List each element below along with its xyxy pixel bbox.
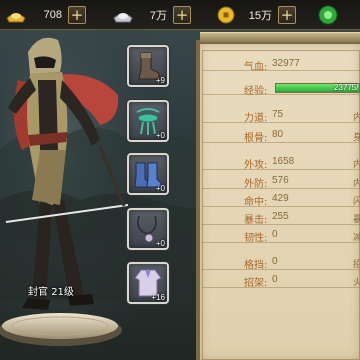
defense-edge: 内 xyxy=(353,179,360,189)
gold-coin-value: 15万 xyxy=(248,10,272,22)
attack-value: 1658 xyxy=(272,156,295,167)
parry-label: 招架: xyxy=(244,278,268,289)
jade-orb-icon xyxy=(318,5,338,25)
stats-panel-cap xyxy=(200,32,360,42)
resource-gold-coin: 15万 + xyxy=(214,4,296,26)
attack-edge: 内 xyxy=(353,160,360,170)
constitution-label: 根骨: xyxy=(244,133,268,144)
character-name: 封官 xyxy=(28,287,48,298)
stat-row-block xyxy=(202,253,360,270)
gold-ingot-value: 708 xyxy=(43,9,62,21)
crit-value: 255 xyxy=(272,211,289,222)
crit-label: 暴击: xyxy=(244,215,268,226)
silver-ingot-value: 7万 xyxy=(149,10,167,22)
strength-edge: 内 xyxy=(353,113,360,123)
strength-label: 力道: xyxy=(244,113,268,124)
exp-label: 经验: xyxy=(244,86,268,97)
stat-row-toughness xyxy=(202,226,360,243)
block-value: 0 xyxy=(272,256,278,267)
equip-slot-necklace[interactable]: +0 xyxy=(127,208,169,250)
defense-label: 外防: xyxy=(244,179,268,190)
silver-ingot-icon xyxy=(113,13,133,23)
equip-badge-jade-pendant: +0 xyxy=(155,131,165,140)
exp-value: 23775/ xyxy=(334,83,359,92)
defense-value: 576 xyxy=(272,175,289,186)
equip-slot-jade-pendant[interactable]: +0 xyxy=(127,100,169,142)
equip-slot-blue-boots[interactable]: +0 xyxy=(127,153,169,195)
constitution-edge: 身 xyxy=(353,133,360,143)
hit-label: 命中: xyxy=(244,197,268,208)
toughness-label: 韧性: xyxy=(244,233,268,244)
add-gold-coin-button[interactable]: + xyxy=(278,6,296,24)
block-label: 格挡: xyxy=(244,260,268,271)
hit-edge: 闪 xyxy=(353,197,360,207)
block-edge: 招 xyxy=(353,260,360,270)
constitution-value: 80 xyxy=(272,129,284,140)
equip-slot-boots[interactable]: +9 xyxy=(127,45,169,87)
strength-value: 75 xyxy=(272,109,284,120)
hp-label: 气血: xyxy=(244,62,268,73)
resource-gold-ingot: 708 + xyxy=(4,4,86,26)
hit-value: 429 xyxy=(272,193,289,204)
character-level: 21级 xyxy=(51,287,74,298)
parry-edge: 火 xyxy=(353,278,360,288)
hp-value: 32977 xyxy=(272,58,300,69)
equip-badge-robe: +16 xyxy=(151,293,165,302)
toughness-value: 0 xyxy=(272,229,278,240)
gold-coin-icon xyxy=(217,6,235,24)
character-label: 封官 21级 xyxy=(28,283,74,298)
add-gold-ingot-button[interactable]: + xyxy=(68,6,86,24)
crit-edge: 暴 xyxy=(353,215,360,225)
gold-ingot-icon xyxy=(6,13,26,23)
equip-slot-robe[interactable]: +16 xyxy=(127,262,169,304)
attack-label: 外攻: xyxy=(244,160,268,171)
equip-badge-boots: +9 xyxy=(155,76,165,85)
equip-badge-necklace: +0 xyxy=(155,239,165,248)
resource-bar: 708 + 7万 + 15万 + xyxy=(0,0,360,30)
resource-silver-ingot: 7万 + xyxy=(111,4,191,26)
toughness-edge: 减 xyxy=(353,233,360,243)
parry-value: 0 xyxy=(272,274,278,285)
stat-row-parry xyxy=(202,271,360,288)
resource-jade-orb xyxy=(316,4,340,26)
add-silver-ingot-button[interactable]: + xyxy=(173,6,191,24)
equip-badge-blue-boots: +0 xyxy=(155,184,165,193)
